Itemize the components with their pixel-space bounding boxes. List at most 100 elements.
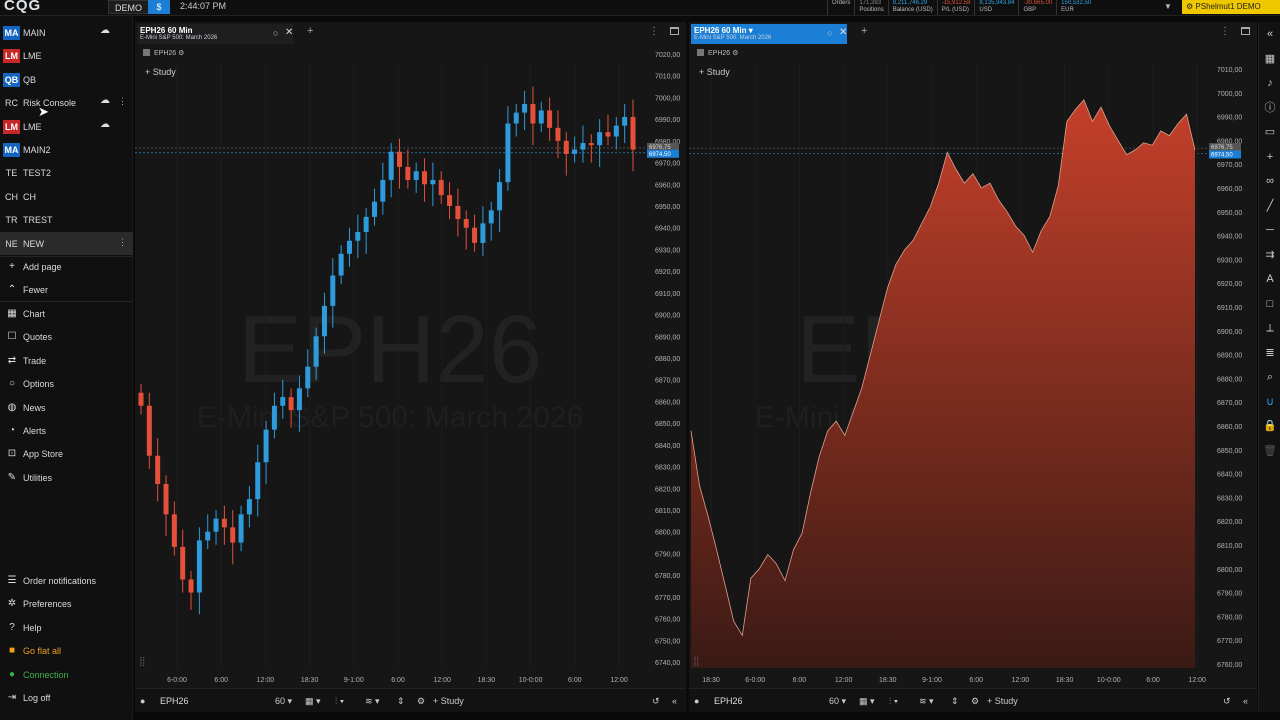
collapse-icon[interactable]: «	[1263, 27, 1277, 41]
chart-panel-right[interactable]: EPH26 60 Min ▾ E-Mini S&P 500: March 2026…	[689, 22, 1257, 712]
study-button[interactable]: + Study	[699, 67, 730, 77]
symbol-field[interactable]: EPH26	[714, 696, 743, 706]
text-icon[interactable]: A	[1263, 272, 1277, 286]
undo-icon[interactable]: ↺	[1223, 696, 1231, 707]
measure-icon[interactable]: ⟂	[1263, 321, 1277, 335]
chart-legend[interactable]: EPH26 ⚙	[697, 49, 738, 57]
nav-go-flat-all[interactable]: ■ Go flat all	[0, 640, 133, 662]
chart-icon: ▦	[7, 308, 17, 319]
candle-body	[330, 275, 336, 306]
collapse-icon[interactable]: «	[1243, 696, 1248, 706]
nav-options[interactable]: ○ Options	[0, 373, 133, 395]
calendar-icon[interactable]: ▦ ▾	[859, 696, 875, 707]
cursor-icon[interactable]: ⇕	[397, 696, 405, 707]
workspace-trest[interactable]: TR TREST	[0, 208, 133, 231]
nav-alerts[interactable]: ◔ Alerts	[0, 420, 133, 442]
nav-help[interactable]: ? Help	[0, 617, 133, 639]
comment-icon[interactable]: ▭	[1263, 125, 1277, 139]
calendar-icon[interactable]: ▦ ▾	[305, 696, 321, 707]
chevron-down-icon[interactable]: ▼	[1164, 2, 1172, 11]
stat-positions: 171,393 Positions	[854, 0, 887, 15]
chart-type-icon[interactable]: ⫶ ▾	[335, 696, 344, 707]
currency-button[interactable]: $	[148, 0, 170, 14]
workspace-test2[interactable]: TE TEST2	[0, 161, 133, 184]
go-flat-icon: ■	[8, 645, 16, 657]
candle-body	[397, 151, 403, 167]
study-button[interactable]: + Study	[145, 67, 176, 77]
studies-icon[interactable]: ≋ ▾	[919, 696, 934, 707]
candle-body	[472, 227, 478, 243]
stat-value: -30,665.00	[1023, 0, 1053, 6]
workspace-main[interactable]: MA MAIN ☁	[0, 21, 133, 44]
nav-quotes[interactable]: ☐ Quotes	[0, 326, 133, 348]
kebab-icon[interactable]: ⋮	[118, 96, 127, 107]
fibonacci-icon[interactable]: ≣	[1263, 346, 1277, 360]
nav-connection[interactable]: ● Connection	[0, 664, 133, 686]
price-axis-label: 6860,00	[1217, 424, 1242, 431]
bell-icon[interactable]: ♪	[1263, 76, 1277, 90]
workspace-lme[interactable]: LM LME ☁	[0, 115, 133, 138]
nav-preferences[interactable]: ✲ Preferences	[0, 593, 133, 615]
gear-icon[interactable]: ⚙	[176, 50, 184, 57]
price-axis-label: 6970,00	[1217, 162, 1242, 169]
grip-icon[interactable]: ⣿	[139, 656, 146, 667]
fewer-button[interactable]: ⌃ Fewer	[0, 279, 133, 301]
info-icon[interactable]: ●	[140, 696, 145, 706]
interval-select[interactable]: 60 ▾	[829, 696, 846, 707]
nav-order-notifications[interactable]: ☰ Order notifications	[0, 570, 133, 592]
workspace-lme[interactable]: LM LME	[0, 44, 133, 67]
workspace-risk-console[interactable]: RC Risk Console ☁ ⋮	[0, 91, 133, 114]
gear-icon[interactable]: ⚙	[730, 50, 738, 57]
magnet-icon[interactable]: ∪	[1263, 395, 1277, 409]
add-page-button[interactable]: + Add page	[0, 256, 133, 278]
trendline-icon[interactable]: ╱	[1263, 199, 1277, 213]
collapse-icon[interactable]: «	[672, 696, 677, 706]
info-icon[interactable]: ⓘ	[1263, 101, 1277, 115]
workspace-qb[interactable]: QB QB	[0, 68, 133, 91]
chart-legend[interactable]: EPH26 ⚙	[143, 49, 184, 57]
undo-icon[interactable]: ↺	[652, 696, 660, 707]
workspace-new[interactable]: NE NEW ⋮	[0, 231, 133, 255]
price-axis-label: 6920,00	[1217, 281, 1242, 288]
lock-icon[interactable]: 🔒	[1263, 419, 1277, 433]
crosshair-icon[interactable]: +	[1263, 150, 1277, 164]
chart-type-icon[interactable]: ⫶ ▾	[889, 696, 898, 707]
candle-body	[530, 103, 536, 124]
kebab-icon[interactable]: ⋮	[118, 237, 127, 248]
workspace-ch[interactable]: CH CH	[0, 185, 133, 208]
candle-body	[388, 151, 394, 180]
rectangle-icon[interactable]: □	[1263, 297, 1277, 311]
horizontal-line-icon[interactable]: ─	[1263, 223, 1277, 237]
gear-icon[interactable]: ⚙	[417, 696, 425, 707]
candle-body	[188, 579, 194, 593]
nav-utilities[interactable]: ✎ Utilities	[0, 467, 133, 489]
workspace-main2[interactable]: MA MAIN2	[0, 138, 133, 161]
nav-trade[interactable]: ⇄ Trade	[0, 350, 133, 372]
nav-log-off[interactable]: ⇥ Log off	[0, 687, 133, 709]
link-icon[interactable]: ∞	[1263, 174, 1277, 188]
cursor-icon[interactable]: ⇕	[951, 696, 959, 707]
nav-news[interactable]: ◍ News	[0, 397, 133, 419]
time-axis-label: 6-0:00	[745, 677, 765, 684]
study-bottom-button[interactable]: + Study	[987, 696, 1018, 706]
nav-chart[interactable]: ▦ Chart	[0, 303, 133, 325]
chart-panel-left[interactable]: EPH26 60 Min E-Mini S&P 500: March 2026 ○ ✕…	[135, 22, 686, 712]
study-bottom-button[interactable]: + Study	[433, 696, 464, 706]
ray-icon[interactable]: ⇉	[1263, 248, 1277, 262]
nav-label: Go flat all	[23, 646, 62, 657]
interval-select[interactable]: 60 ▾	[275, 696, 292, 707]
gear-icon[interactable]: ⚙	[971, 696, 979, 707]
studies-icon[interactable]: ≋ ▾	[365, 696, 380, 707]
grip-icon[interactable]: ⣿	[693, 656, 700, 667]
stat-value: 8,135,943.84	[979, 0, 1015, 6]
zoom-icon[interactable]: ⌕	[1263, 370, 1277, 384]
candle-body	[321, 305, 327, 337]
info-icon[interactable]: ●	[694, 696, 699, 706]
account-badge[interactable]: ⚙ PShelmut1 DEMO	[1182, 0, 1280, 14]
options-icon: ○	[8, 378, 16, 390]
nav-app-store[interactable]: ⊡ App Store	[0, 443, 133, 465]
symbol-field[interactable]: EPH26	[160, 696, 189, 706]
demo-badge[interactable]: DEMO	[108, 0, 149, 14]
trash-icon[interactable]: 🗑	[1263, 444, 1277, 458]
calendar-icon[interactable]: ▦	[1263, 52, 1277, 66]
